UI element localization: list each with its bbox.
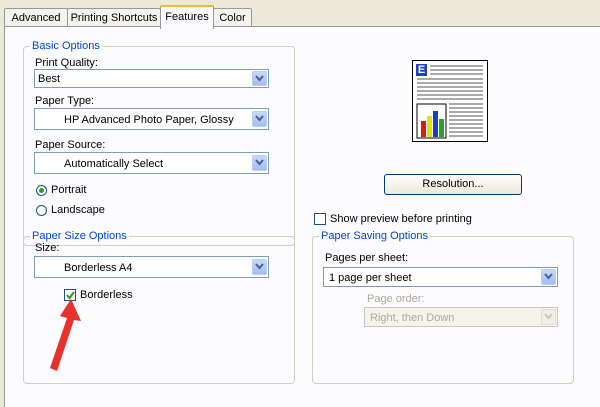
paper-type-select[interactable]: HP Advanced Photo Paper, Glossy — [34, 108, 269, 130]
preview-text-lines-icon — [416, 65, 483, 139]
paper-source-value: Automatically Select — [64, 158, 164, 170]
portrait-label[interactable]: Portrait — [51, 184, 86, 197]
size-select[interactable]: Borderless A4 — [34, 256, 269, 278]
paper-type-value: HP Advanced Photo Paper, Glossy — [64, 114, 234, 126]
portrait-radio[interactable] — [36, 185, 47, 196]
page-preview-image: E — [412, 60, 488, 142]
pages-per-sheet-select[interactable]: 1 page per sheet — [323, 267, 558, 287]
landscape-radio[interactable] — [36, 205, 47, 216]
landscape-label[interactable]: Landscape — [51, 204, 105, 217]
radio-selected-dot — [39, 188, 44, 193]
page-order-select: Right, then Down — [364, 307, 558, 327]
pages-per-sheet-label: Pages per sheet: — [325, 252, 409, 264]
page-order-label: Page order: — [367, 293, 425, 305]
paper-source-label: Paper Source: — [35, 139, 106, 151]
paper-saving-options-title: Paper Saving Options — [319, 230, 431, 243]
resolution-button[interactable]: Resolution... — [384, 174, 522, 195]
page-order-value: Right, then Down — [370, 312, 455, 324]
borderless-label[interactable]: Borderless — [80, 289, 133, 302]
chevron-down-icon[interactable] — [541, 269, 556, 285]
tab-panel: Basic Options Print Quality: Best Paper … — [4, 26, 600, 407]
basic-options-title: Basic Options — [30, 40, 102, 53]
tab-printing-shortcuts[interactable]: Printing Shortcuts — [67, 8, 161, 27]
show-preview-label[interactable]: Show preview before printing — [330, 213, 472, 226]
chevron-down-icon[interactable] — [252, 155, 267, 171]
paper-source-select[interactable]: Automatically Select — [34, 152, 269, 174]
tab-color[interactable]: Color — [213, 8, 252, 27]
chevron-down-icon[interactable] — [252, 259, 267, 275]
size-value: Borderless A4 — [64, 262, 133, 274]
size-label: Size: — [35, 242, 60, 254]
chevron-down-icon[interactable] — [252, 111, 267, 127]
print-quality-select[interactable]: Best — [34, 69, 269, 88]
show-preview-checkbox[interactable] — [314, 213, 326, 225]
tab-features[interactable]: Features — [160, 5, 214, 29]
red-arrow-annotation-icon — [50, 299, 81, 371]
chevron-down-icon — [541, 309, 556, 325]
paper-type-label: Paper Type: — [35, 95, 95, 107]
print-quality-value: Best — [38, 73, 61, 85]
chevron-down-icon[interactable] — [252, 71, 267, 86]
tab-advanced[interactable]: Advanced — [4, 8, 68, 27]
pages-per-sheet-value: 1 page per sheet — [329, 272, 412, 284]
